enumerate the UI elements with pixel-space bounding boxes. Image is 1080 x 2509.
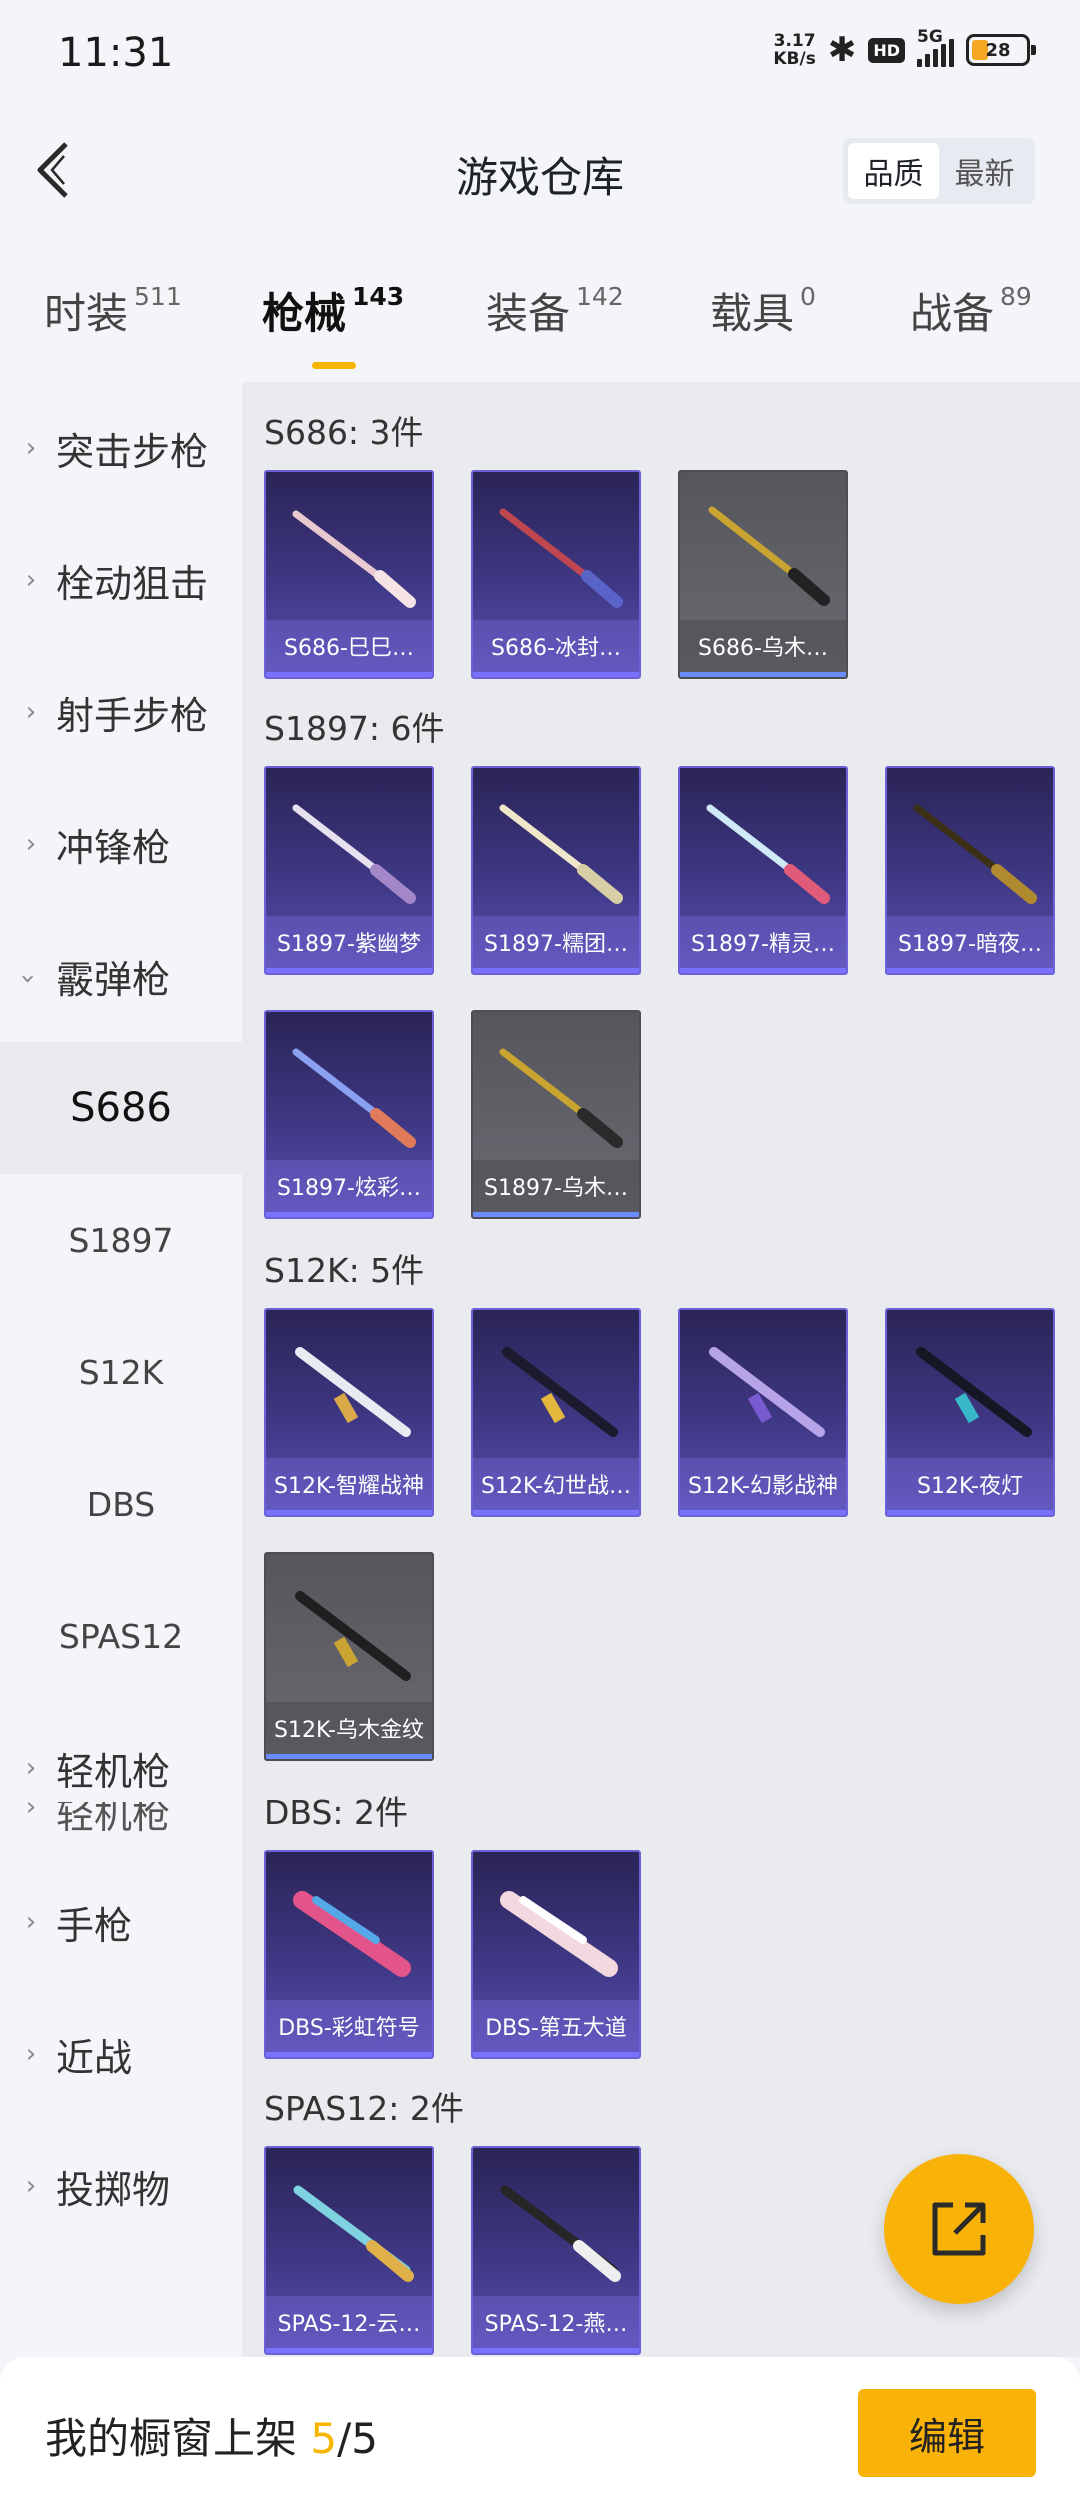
item-card[interactable]: S12K-幻世战…	[471, 1308, 641, 1517]
sidebar-item-marksman-rifle[interactable]: › 射手步枪	[0, 646, 242, 778]
shotgun-icon	[500, 2185, 621, 2282]
shotgun-icon	[500, 1891, 618, 1977]
item-card[interactable]: S1897-暗夜…	[885, 766, 1055, 975]
item-card[interactable]: S12K-乌木金纹	[264, 1552, 434, 1761]
sidebar-item-melee[interactable]: › 近战	[0, 1988, 242, 2120]
rifle-icon	[709, 1347, 825, 1437]
section-title: S686: 3件	[264, 413, 424, 452]
sidebar-item-shotgun[interactable]: › 霰弹枪	[0, 910, 242, 1042]
shotgun-icon	[293, 2185, 414, 2282]
item-card[interactable]: DBS-第五大道	[471, 1850, 641, 2059]
status-bar: 11:31 3.17 KB/s ✱ HD 5G 28	[0, 0, 1080, 110]
category-tabs: 时装 511 枪械 143 装备 142 载具 0 战备 89	[0, 262, 1080, 369]
shotgun-icon	[292, 804, 416, 904]
chevron-right-icon: ›	[25, 2039, 37, 2069]
item-card[interactable]: SPAS-12-燕…	[471, 2146, 641, 2355]
sidebar-sub-s1897[interactable]: S1897	[0, 1174, 242, 1306]
rifle-icon	[295, 1591, 411, 1681]
item-card[interactable]: S1897-糯团…	[471, 766, 641, 975]
chevron-right-icon: ›	[25, 1802, 37, 1822]
item-card[interactable]: S12K-智耀战神	[264, 1308, 434, 1517]
item-card[interactable]: S1897-紫幽梦	[264, 766, 434, 975]
shotgun-icon	[499, 508, 623, 608]
item-card[interactable]: S1897-精灵…	[678, 766, 848, 975]
shotgun-icon	[708, 506, 830, 606]
tab-vehicles[interactable]: 载具 0	[710, 280, 816, 341]
chevron-right-icon: ›	[25, 565, 37, 595]
shotgun-icon	[706, 804, 830, 904]
tab-guns[interactable]: 枪械 143	[262, 280, 404, 369]
item-grid: S686: 3件 S686-巳巳… S686-冰封… S686-乌木… S189…	[242, 382, 1080, 2357]
sort-quality-button[interactable]: 品质	[848, 143, 939, 199]
net-speed: 3.17 KB/s	[773, 31, 816, 69]
tab-fashion[interactable]: 时装 511	[44, 280, 182, 341]
chevron-down-icon: ›	[13, 973, 43, 985]
sidebar-item-pistol[interactable]: › 手枪	[0, 1856, 242, 1988]
section-title: SPAS12: 2件	[264, 2089, 464, 2128]
shotgun-icon	[913, 804, 1037, 904]
section-title: DBS: 2件	[264, 1793, 409, 1832]
rifle-icon	[295, 1347, 411, 1437]
chevron-right-icon: ›	[25, 697, 37, 727]
chevron-right-icon: ›	[25, 1907, 37, 1937]
hd-icon: HD	[868, 37, 905, 63]
signal-icon: 5G	[917, 27, 954, 67]
item-card[interactable]: SPAS-12-云…	[264, 2146, 434, 2355]
battery-icon: 28	[966, 34, 1036, 66]
shotgun-icon	[499, 1048, 623, 1148]
shotgun-icon	[292, 1048, 416, 1148]
chevron-right-icon: ›	[25, 829, 37, 859]
sidebar-item-lmg-ghost: › 轻机枪	[0, 1802, 242, 1862]
chevron-right-icon: ›	[25, 433, 37, 463]
sidebar-item-throwable[interactable]: › 投掷物	[0, 2120, 242, 2252]
chevron-right-icon: ›	[25, 2171, 37, 2201]
sidebar-sub-s686[interactable]: S686	[0, 1042, 242, 1174]
item-card[interactable]: S12K-夜灯	[885, 1308, 1055, 1517]
sidebar-item-bolt-sniper[interactable]: › 栓动狙击	[0, 514, 242, 646]
tab-supplies[interactable]: 战备 89	[910, 280, 1032, 341]
edit-button[interactable]: 编辑	[858, 2389, 1036, 2477]
section-title: S12K: 5件	[264, 1251, 425, 1290]
sidebar-sub-spas12[interactable]: SPAS12	[0, 1570, 242, 1702]
item-card[interactable]: S12K-幻影战神	[678, 1308, 848, 1517]
item-card[interactable]: S686-冰封…	[471, 470, 641, 679]
item-card[interactable]: S686-乌木…	[678, 470, 848, 679]
shotgun-icon	[292, 510, 416, 608]
share-external-icon	[932, 2202, 986, 2256]
sort-newest-button[interactable]: 最新	[939, 143, 1030, 199]
item-card[interactable]: S1897-乌木…	[471, 1010, 641, 1219]
tab-underline	[312, 362, 356, 369]
top-bar: 游戏仓库 品质 最新	[0, 110, 1080, 230]
item-card[interactable]: DBS-彩虹符号	[264, 1850, 434, 2059]
rifle-icon	[502, 1347, 618, 1437]
clock: 11:31	[58, 30, 174, 76]
sidebar-sub-s12k[interactable]: S12K	[0, 1306, 242, 1438]
item-card[interactable]: S686-巳巳…	[264, 470, 434, 679]
item-card[interactable]: S1897-炫彩…	[264, 1010, 434, 1219]
chevron-right-icon: ›	[25, 1753, 37, 1783]
rifle-icon	[916, 1347, 1032, 1437]
tab-equipment[interactable]: 装备 142	[486, 280, 624, 341]
sidebar-sub-dbs[interactable]: DBS	[0, 1438, 242, 1570]
sidebar-item-assault-rifle[interactable]: › 突击步枪	[0, 382, 242, 514]
bottom-bar: 我的橱窗上架 5/5 编辑	[0, 2357, 1080, 2509]
shotgun-icon	[293, 1891, 411, 1977]
share-button[interactable]	[884, 2154, 1034, 2304]
bluetooth-icon: ✱	[827, 30, 857, 70]
section-title: S1897: 6件	[264, 709, 445, 748]
sidebar-item-smg[interactable]: › 冲锋枪	[0, 778, 242, 910]
showcase-count: 我的橱窗上架 5/5	[45, 2414, 378, 2463]
sort-toggle: 品质 最新	[843, 138, 1035, 204]
sidebar: › 突击步枪 › 栓动狙击 › 射手步枪 › 冲锋枪 › 霰弹枪 S686 S1…	[0, 382, 242, 2382]
shotgun-icon	[499, 804, 623, 904]
